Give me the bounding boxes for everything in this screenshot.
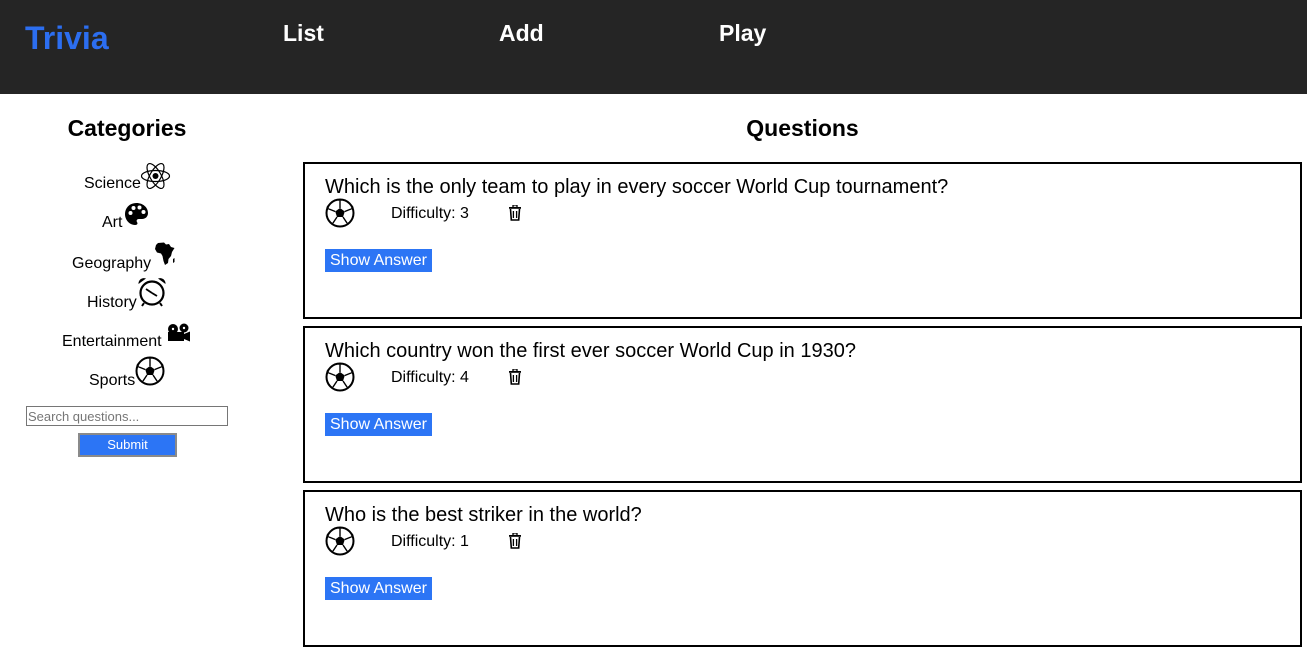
difficulty-label: Difficulty: 4 [391,369,469,386]
category-label: Entertainment [62,333,162,350]
show-answer-button[interactable]: Show Answer [325,577,432,600]
nav-link-add[interactable]: Add [499,19,544,47]
category-label: Sports [89,372,136,389]
nav-link-list[interactable]: List [283,19,324,47]
trash-icon[interactable] [508,205,522,221]
africa-map-icon [155,242,175,265]
question-text: Which is the only team to play in every … [325,176,949,198]
category-entertainment[interactable]: Entertainment [62,323,190,352]
categories-heading: Categories [67,115,187,141]
submit-button[interactable]: Submit [78,433,177,457]
palette-icon [125,203,148,225]
category-history[interactable]: History [87,278,166,313]
atom-icon [140,162,171,190]
trash-icon[interactable] [508,369,522,385]
soccer-ball-icon [325,526,355,556]
question-text: Which country won the first ever soccer … [325,340,856,362]
category-science[interactable]: Science [84,162,171,194]
category-geography[interactable]: Geography [72,242,175,274]
question-card: Which country won the first ever soccer … [303,326,1302,483]
category-label: Art [102,214,123,231]
difficulty-label: Difficulty: 3 [391,205,469,222]
question-text: Who is the best striker in the world? [325,504,642,526]
difficulty-label: Difficulty: 1 [391,533,469,550]
category-label: Geography [72,255,152,272]
question-card: Which is the only team to play in every … [303,162,1302,319]
soccer-ball-icon [135,356,165,386]
category-label: History [87,294,137,311]
question-card: Who is the best striker in the world? Di… [303,490,1302,647]
movie-camera-icon [168,323,190,342]
soccer-ball-icon [325,362,355,392]
show-answer-button[interactable]: Show Answer [325,249,432,272]
category-sports[interactable]: Sports [89,356,165,391]
alarm-clock-icon [138,278,166,307]
brand-logo[interactable]: Trivia [25,19,109,57]
search-input[interactable] [26,406,228,426]
soccer-ball-icon [325,198,355,228]
trash-icon[interactable] [508,533,522,549]
top-nav-bar: Trivia List Add Play [0,0,1307,94]
category-art[interactable]: Art [102,203,148,233]
category-label: Science [84,175,141,192]
nav-link-play[interactable]: Play [719,19,766,47]
questions-heading: Questions [746,115,859,141]
show-answer-button[interactable]: Show Answer [325,413,432,436]
